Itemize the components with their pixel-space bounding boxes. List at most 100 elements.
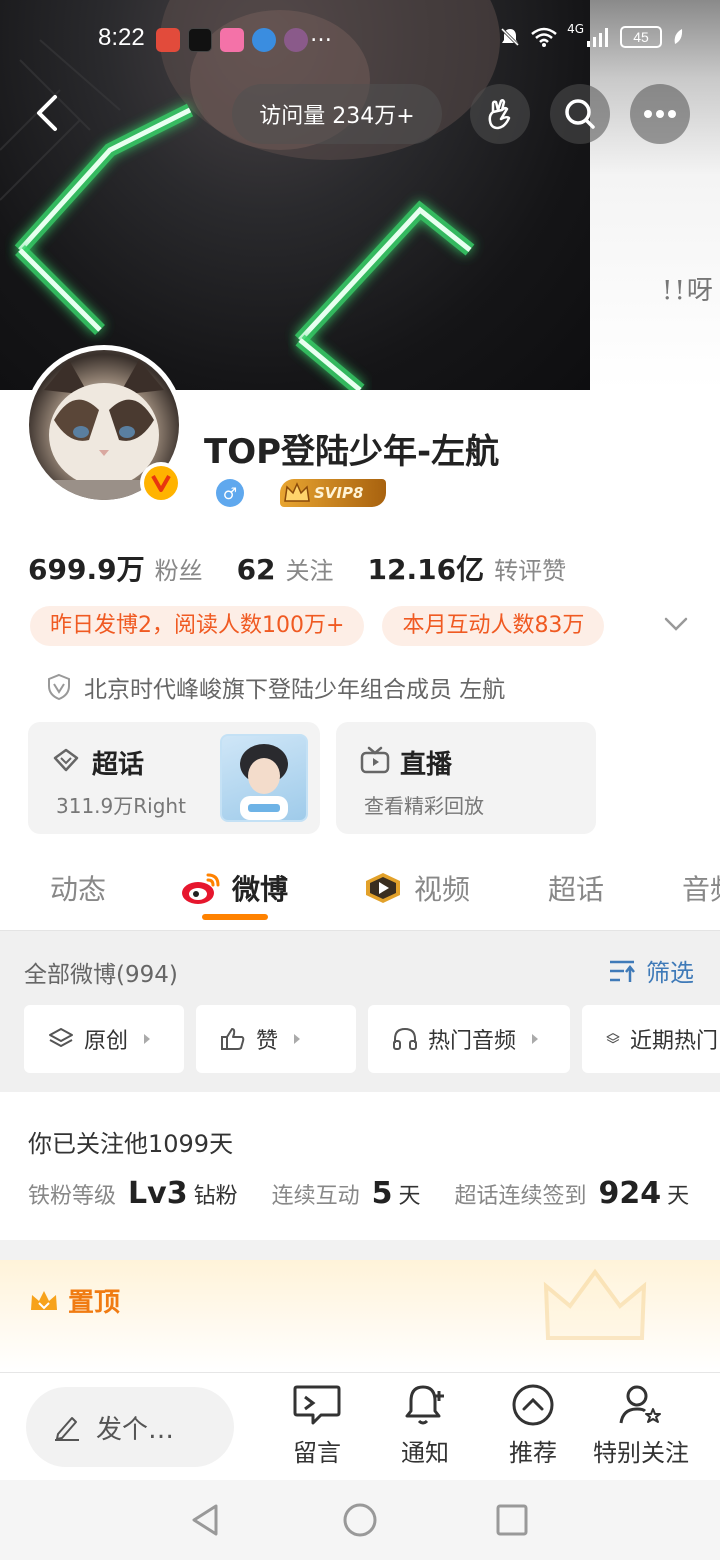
verified-v-icon — [151, 475, 171, 492]
square-recents-icon — [496, 1504, 528, 1536]
streak-label: 连续互动 — [271, 1184, 360, 1209]
description-text: 北京时代峰峻旗下登陆少年组合成员 左航 — [84, 677, 506, 703]
notify-button[interactable]: 通知 — [370, 1383, 480, 1468]
tv-icon — [360, 746, 390, 774]
following-label[interactable]: 关注 — [286, 551, 334, 586]
tab-weibo[interactable]: 微博 — [180, 868, 288, 908]
hand-icon — [488, 98, 511, 130]
pinned-post-header: 置顶 — [0, 1260, 720, 1372]
verified-badge — [140, 462, 182, 504]
tab-audio[interactable]: 音频 — [682, 868, 720, 908]
leaf-icon — [674, 29, 683, 44]
live-title: 直播 — [400, 750, 453, 780]
chip-original[interactable]: 原创 — [24, 1005, 184, 1073]
signal-icon — [587, 28, 608, 47]
search-icon — [565, 99, 595, 129]
video-badge-icon — [366, 873, 400, 903]
checkin-value: 924 — [598, 1176, 662, 1211]
feed-filter-section: 全部微博(994) 筛选 原创 赞 热门音频 近期热门 — [0, 930, 720, 1092]
chip-likes[interactable]: 赞 — [196, 1005, 356, 1073]
compose-placeholder: 发个… — [96, 1414, 175, 1445]
tab-label: 音频 — [682, 873, 720, 906]
status-more: … — [310, 22, 332, 47]
chip-hot-audio[interactable]: 热门音频 — [368, 1005, 570, 1073]
nav-back-button[interactable] — [188, 1502, 224, 1542]
interactions-count[interactable]: 12.16亿 — [368, 548, 485, 588]
follow-relationship-card: 你已关注他1099天 铁粉等级 Lv3 钻粉 连续互动 5 天 超话连续签到 9… — [0, 1092, 720, 1240]
follow-stats: 铁粉等级 Lv3 钻粉 连续互动 5 天 超话连续签到 924 天 — [28, 1176, 689, 1211]
tag-yesterday-posts[interactable]: 昨日发博2，阅读人数100万+ — [30, 606, 365, 646]
nav-recents-button[interactable] — [494, 1502, 530, 1542]
following-count[interactable]: 62 — [237, 553, 276, 586]
interactions-label[interactable]: 转评赞 — [494, 551, 566, 586]
comment-icon — [293, 1385, 341, 1425]
back-button[interactable] — [22, 88, 72, 138]
special-follow-button[interactable]: 特别关注 — [586, 1383, 696, 1468]
chip-arrow-icon — [144, 1034, 151, 1044]
expand-tags-button[interactable] — [662, 614, 690, 638]
tag-monthly-interaction[interactable]: 本月互动人数83万 — [382, 606, 605, 646]
followers-count[interactable]: 699.9万 — [28, 548, 145, 588]
profile-name: TOP登陆少年-左航 — [204, 432, 500, 472]
tab-video[interactable]: 视频 — [362, 868, 470, 908]
status-bar: 8:22 … 4G 45 — [0, 22, 720, 60]
search-button[interactable] — [550, 84, 610, 144]
crown-decoration-icon — [543, 1268, 647, 1340]
tab-super-topic[interactable]: 超话 — [548, 868, 604, 908]
pinned-text: 置顶 — [68, 1288, 121, 1318]
super-topic-card[interactable]: 超话 311.9万Right — [28, 722, 320, 834]
pencil-icon — [55, 1417, 79, 1441]
compose-input[interactable]: 发个… — [26, 1387, 234, 1467]
app-icon — [220, 28, 244, 52]
chip-recent-hot[interactable]: 近期热门 — [582, 1005, 720, 1073]
nav-home-button[interactable] — [342, 1502, 378, 1542]
fan-level-unit: 钻粉 — [193, 1184, 238, 1209]
message-board-button[interactable]: 留言 — [262, 1383, 372, 1468]
crown-icon — [31, 1290, 57, 1310]
pinned-label: 置顶 — [28, 1282, 120, 1319]
layers-icon — [606, 1033, 620, 1044]
notify-label: 通知 — [401, 1439, 449, 1467]
profile-stats: 699.9万 粉丝 62 关注 12.16亿 转评赞 — [28, 548, 600, 588]
bottom-action-bar: 发个… 留言 通知 推荐 特别关注 — [0, 1372, 720, 1480]
tab-activity[interactable]: 动态 — [50, 868, 106, 908]
shield-icon — [48, 673, 70, 701]
streak-unit: 天 — [398, 1184, 421, 1209]
live-card[interactable]: 直播 查看精彩回放 — [336, 722, 596, 834]
chip-arrow-icon — [532, 1034, 539, 1044]
chip-label: 赞 — [256, 1029, 279, 1054]
super-topic-subtitle: 311.9万Right — [56, 794, 186, 818]
special-follow-label: 特别关注 — [593, 1439, 689, 1467]
weibo-logo-icon — [182, 873, 220, 904]
all-posts-count: 全部微博(994) — [24, 962, 178, 988]
recommend-label: 推荐 — [509, 1439, 557, 1467]
svip-badge[interactable]: SVIP8 — [280, 479, 386, 507]
status-app-icons — [156, 28, 308, 52]
more-dots-icon — [644, 110, 676, 118]
super-topic-title: 超话 — [92, 750, 145, 780]
followers-label[interactable]: 粉丝 — [155, 551, 203, 586]
filter-button[interactable]: 筛选 — [608, 953, 694, 988]
message-board-label: 留言 — [293, 1439, 341, 1467]
chevron-left-icon — [37, 95, 57, 131]
more-button[interactable] — [630, 84, 690, 144]
layers-icon — [49, 1028, 73, 1047]
headphones-icon — [393, 1027, 417, 1050]
chip-label: 原创 — [84, 1029, 129, 1054]
network-type: 4G — [567, 22, 584, 36]
visits-count[interactable]: 访问量 234万+ — [232, 84, 442, 144]
status-right: 4G 45 — [499, 22, 684, 48]
chip-arrow-icon — [294, 1034, 301, 1044]
profile-tabs: 动态 微博 视频 超话 音频 — [0, 856, 720, 930]
svip-label: SVIP8 — [314, 484, 364, 502]
filter-label: 筛选 — [646, 959, 694, 987]
system-navigation-bar — [0, 1480, 720, 1560]
profile-description: 北京时代峰峻旗下登陆少年组合成员 左航 — [46, 670, 505, 704]
recommend-button[interactable]: 推荐 — [478, 1383, 588, 1468]
shake-hand-button[interactable] — [470, 84, 530, 144]
chip-label: 热门音频 — [428, 1029, 517, 1054]
battery-indicator: 45 — [620, 26, 662, 48]
thumbs-up-icon — [221, 1028, 245, 1050]
filter-sort-icon — [610, 960, 635, 982]
app-icon — [188, 28, 212, 52]
